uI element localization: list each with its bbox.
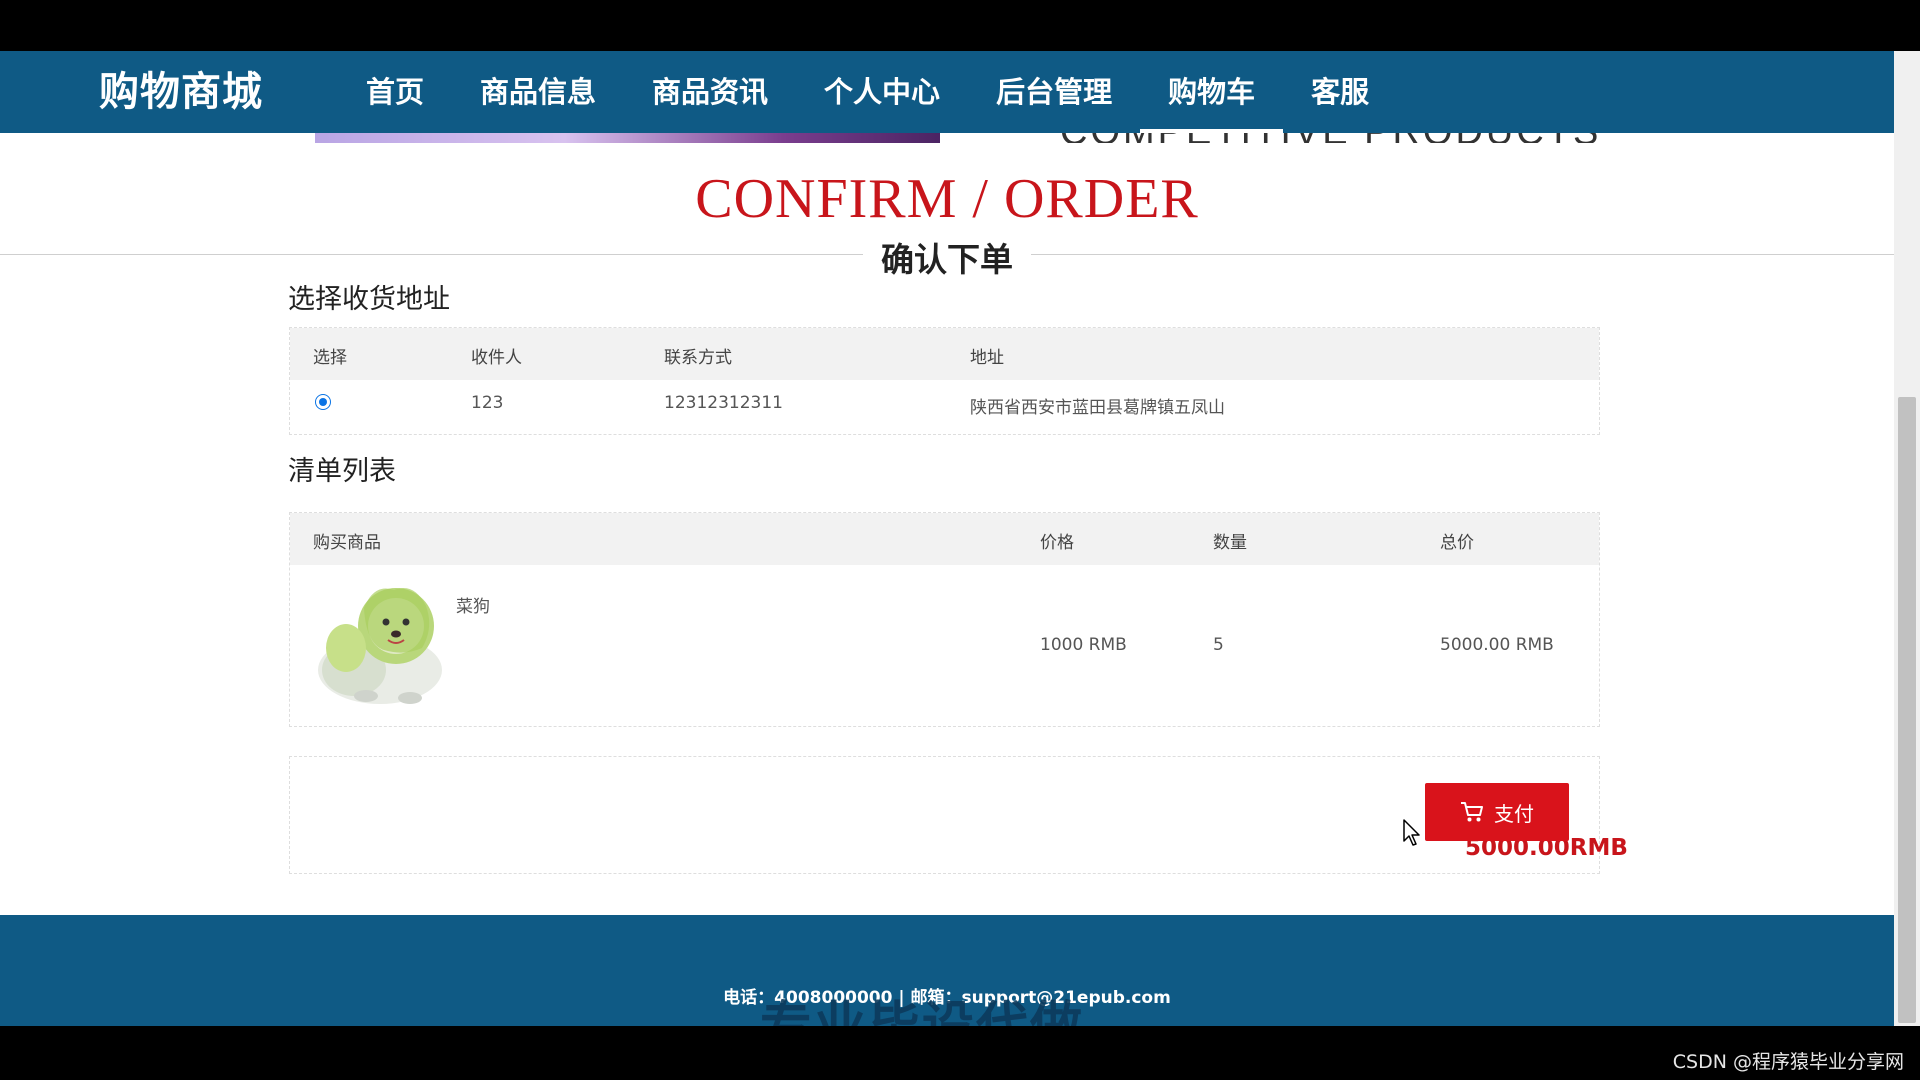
product-name[interactable]: 菜狗: [456, 592, 490, 617]
browser-viewport: 购物商城 首页 商品信息 商品资讯 个人中心 后台管理 购物车 客服 COMPE…: [0, 51, 1894, 1026]
price-value: 1000 RMB: [1040, 635, 1127, 655]
nav-home[interactable]: 首页: [338, 51, 452, 133]
vertical-scrollbar[interactable]: [1894, 51, 1920, 1026]
nav-product-news[interactable]: 商品资讯: [624, 51, 796, 133]
address-table-header: 选择 收件人 联系方式 地址: [290, 328, 1599, 380]
col-contact: 联系方式: [664, 348, 732, 368]
cabbage-dog-image: [318, 588, 442, 704]
contact-value: 12312312311: [664, 393, 783, 413]
page-title-cn-wrap: 确认下单: [0, 233, 1894, 281]
order-table-header: 购买商品 价格 数量 总价: [290, 513, 1599, 565]
site-footer: 电话：4008000000 | 邮箱：support@21epub.com 专业…: [0, 915, 1894, 1026]
site-logo[interactable]: 购物商城: [99, 63, 263, 121]
scrollbar-thumb[interactable]: [1898, 397, 1916, 1023]
list-section-title: 清单列表: [288, 456, 396, 487]
address-value: 陕西省西安市蓝田县葛牌镇五凤山: [970, 398, 1225, 418]
cart-icon: [1461, 802, 1483, 822]
pay-button[interactable]: 支付: [1425, 783, 1569, 841]
order-list-table: 购买商品 价格 数量 总价 菜狗 1000 RMB 5 5000.00 RMB: [289, 512, 1600, 727]
watermark: CSDN @程序猿毕业分享网: [1672, 1051, 1904, 1073]
col-product: 购买商品: [313, 533, 381, 553]
footer-overlay-text: 专业毕设代做: [760, 997, 1084, 1026]
nav-cart[interactable]: 购物车: [1140, 51, 1284, 133]
col-price: 价格: [1040, 533, 1074, 553]
address-table: 选择 收件人 联系方式 地址 123 12312312311 陕西省西安市蓝田县…: [289, 327, 1600, 435]
mouse-cursor-icon: [1403, 819, 1420, 846]
col-recipient: 收件人: [471, 348, 522, 368]
main-nav: 首页 商品信息 商品资讯 个人中心 后台管理 购物车 客服: [338, 51, 1397, 133]
recipient-value: 123: [471, 393, 504, 413]
total-value: 5000.00 RMB: [1440, 635, 1554, 655]
page-title-en: CONFIRM / ORDER: [695, 168, 1199, 230]
banner-strip: COMPETITIVE PRODUCTS: [0, 133, 1894, 143]
col-address: 地址: [970, 348, 1004, 368]
address-radio[interactable]: [315, 394, 331, 410]
nav-admin[interactable]: 后台管理: [968, 51, 1140, 133]
pay-button-label: 支付: [1494, 801, 1534, 826]
nav-customer-service[interactable]: 客服: [1283, 51, 1397, 133]
page-title-cn: 确认下单: [863, 240, 1031, 279]
col-select: 选择: [313, 348, 347, 368]
address-section-title: 选择收货地址: [288, 284, 450, 315]
col-total: 总价: [1440, 533, 1474, 553]
quantity-value: 5: [1213, 635, 1224, 655]
nav-personal-center[interactable]: 个人中心: [796, 51, 968, 133]
col-quantity: 数量: [1213, 533, 1247, 553]
banner-image: [315, 133, 940, 143]
order-summary: 总价：5000.00RMB 支付: [289, 756, 1628, 874]
banner-text: COMPETITIVE PRODUCTS: [1060, 133, 1601, 143]
top-navbar: 购物商城 首页 商品信息 商品资讯 个人中心 后台管理 购物车 客服: [0, 51, 1894, 133]
nav-product-info[interactable]: 商品信息: [452, 51, 624, 133]
